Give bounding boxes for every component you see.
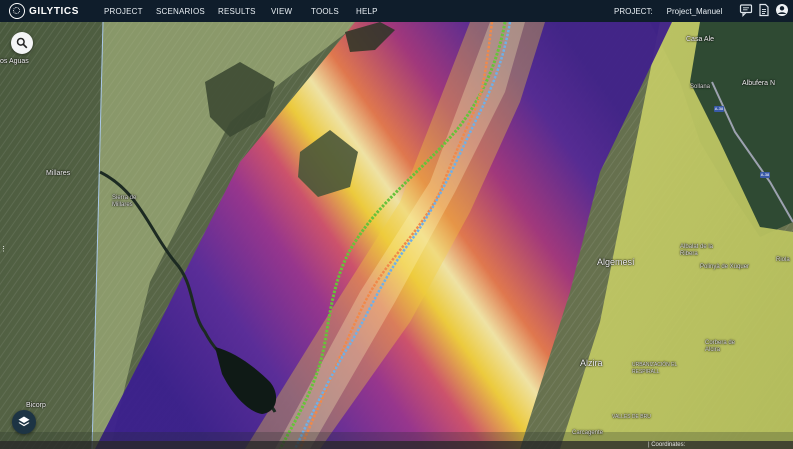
map-label-corbera: Corbera de Alcira	[705, 340, 736, 353]
gilytics-logo-icon	[9, 3, 25, 19]
status-bar: | Coordinates:	[0, 441, 793, 449]
user-account-icon[interactable]	[775, 3, 789, 17]
brand-name: GILYTICS	[29, 5, 79, 17]
map-label-sollana: Sollana	[690, 84, 711, 90]
top-navbar: GILYTICS PROJECT SCENARIOS RESULTS VIEW …	[0, 0, 793, 22]
map-label-los-aguas: os Aguas	[0, 58, 29, 65]
road-badge-a38: A-38	[714, 106, 724, 112]
map-label-albufera: Albufera N	[742, 80, 776, 87]
map-label-urbanizacion: URBANIZACIÓN EL RESPIRALL	[632, 362, 678, 375]
project-indicator: PROJECT: Project_Manuel	[614, 0, 722, 22]
coordinates-label: | Coordinates:	[648, 442, 686, 448]
search-icon	[16, 37, 28, 49]
map-label-millares: Millares	[46, 170, 71, 177]
map-label-polinya: Polinyà de Xúquer	[700, 264, 750, 270]
map-search-button[interactable]	[11, 32, 33, 54]
map-label-algemesi: Algemesí	[597, 257, 635, 267]
menu-tools[interactable]: TOOLS	[311, 7, 356, 16]
side-panel-handle[interactable]: ⋮	[0, 246, 7, 258]
document-icon[interactable]	[757, 3, 771, 17]
layers-icon	[18, 416, 30, 427]
map-label-albalat: Albalat de la Ribera	[680, 244, 714, 257]
map-label-casa-ale: Casa Ale	[686, 36, 715, 43]
project-name[interactable]: Project_Manuel	[667, 7, 723, 16]
menu-view[interactable]: VIEW	[271, 7, 311, 16]
project-label: PROJECT:	[614, 6, 653, 16]
map-layers-button[interactable]	[12, 410, 36, 434]
road-badge-a38-2: A-38	[760, 172, 770, 178]
map-viewport[interactable]: os Aguas Casa Ale Albufera N Sollana Mil…	[0, 22, 793, 449]
map-canvas[interactable]	[0, 22, 793, 449]
menu-scenarios[interactable]: SCENARIOS	[156, 7, 218, 16]
map-label-riola: Riola	[776, 257, 790, 263]
nav-icon-group	[735, 3, 789, 17]
menu-results[interactable]: RESULTS	[218, 7, 271, 16]
map-label-bicorp: Bicorp	[26, 402, 46, 409]
map-label-valles: VALLES DE BRU	[612, 414, 651, 420]
map-label-alzira: Alzira	[580, 358, 603, 368]
menu-help[interactable]: HELP	[356, 7, 396, 16]
menu-project[interactable]: PROJECT	[104, 7, 156, 16]
chat-icon[interactable]	[739, 3, 753, 17]
map-label-carcagente: Carcagente	[572, 430, 604, 436]
map-label-sierra-millares: Sierra de Millares	[112, 195, 137, 208]
brand[interactable]: GILYTICS	[9, 3, 95, 19]
main-menu: PROJECT SCENARIOS RESULTS VIEW TOOLS HEL…	[104, 7, 396, 16]
